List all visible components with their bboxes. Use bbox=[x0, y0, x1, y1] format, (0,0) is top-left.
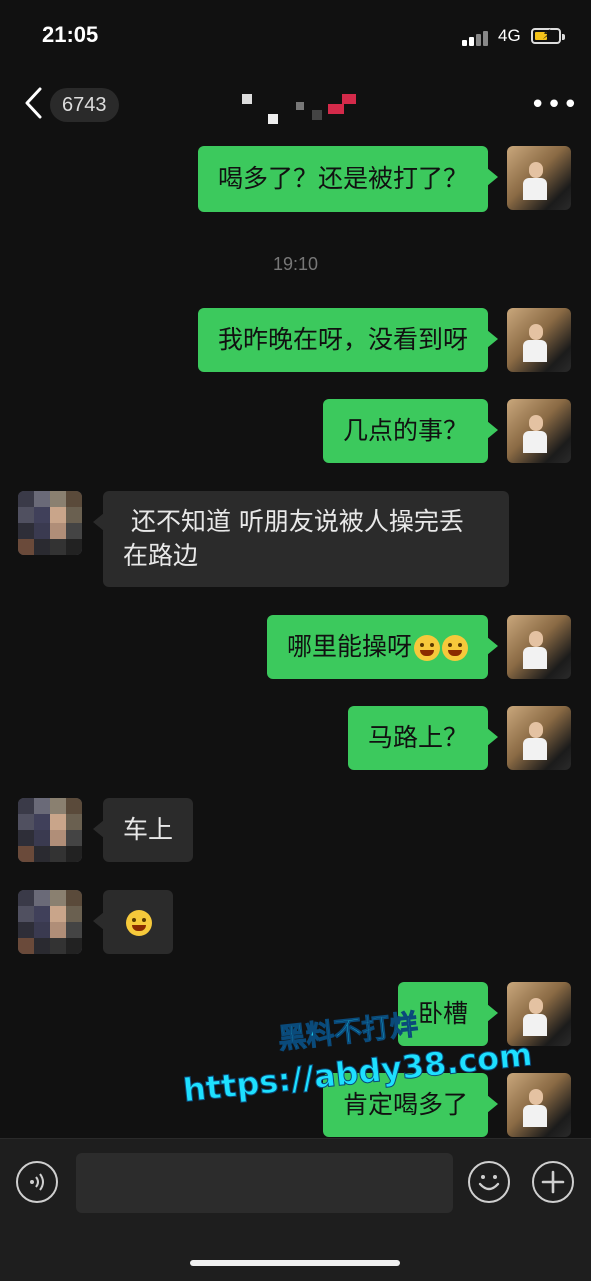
sent-bubble[interactable]: 我昨晚在呀，没看到呀 bbox=[197, 308, 499, 372]
received-bubble[interactable]: 车上 bbox=[92, 798, 194, 862]
avatar-me[interactable] bbox=[507, 308, 571, 372]
emoji-button[interactable] bbox=[468, 1161, 510, 1203]
clock: 21:05 bbox=[42, 22, 99, 47]
voice-button[interactable] bbox=[16, 1161, 58, 1203]
timestamp: 19:10 bbox=[272, 254, 319, 274]
network-label: 4G bbox=[498, 26, 521, 45]
laughing-crying-emoji-icon bbox=[414, 635, 440, 661]
chat-header: 6743 ••• bbox=[0, 80, 591, 130]
message-text: 几点的事？ bbox=[342, 416, 468, 445]
more-options-button[interactable]: ••• bbox=[530, 92, 578, 118]
laughing-crying-emoji-icon bbox=[442, 635, 468, 661]
sent-bubble[interactable]: 几点的事？ bbox=[322, 399, 499, 463]
message-row: 我昨晚在呀，没看到呀 bbox=[0, 308, 591, 372]
message-row: 肯定喝多了 bbox=[0, 1073, 591, 1137]
message-text: 卧槽 bbox=[417, 999, 468, 1028]
message-text: 喝多了？还是被打了？ bbox=[217, 164, 468, 193]
received-bubble[interactable]: 还不知道 听朋友说被人操完丢 在路边 bbox=[93, 491, 509, 587]
received-bubble[interactable] bbox=[93, 890, 173, 954]
plus-icon bbox=[541, 1170, 565, 1194]
message-text: 哪里能操呀 bbox=[286, 632, 412, 661]
avatar-me[interactable] bbox=[507, 982, 571, 1046]
avatar-me[interactable] bbox=[507, 706, 571, 770]
unread-count-badge[interactable]: 6743 bbox=[50, 88, 119, 122]
avatar-me[interactable] bbox=[507, 615, 571, 679]
message-text: 车上 bbox=[123, 815, 174, 844]
message-row: 马路上？ bbox=[0, 706, 591, 770]
message-text: 马路上？ bbox=[367, 723, 468, 752]
laughing-crying-emoji-icon bbox=[126, 910, 152, 936]
avatar-contact[interactable] bbox=[18, 491, 82, 555]
message-row bbox=[0, 890, 591, 954]
message-text: 我昨晚在呀，没看到呀 bbox=[217, 325, 468, 354]
message-text: 肯定喝多了 bbox=[342, 1090, 468, 1119]
message-row: 几点的事？ bbox=[0, 399, 591, 463]
sent-bubble[interactable]: 喝多了？还是被打了？ bbox=[197, 146, 499, 212]
message-row: 卧槽 bbox=[0, 982, 591, 1046]
avatar-me[interactable] bbox=[507, 399, 571, 463]
avatar-me[interactable] bbox=[507, 146, 571, 210]
avatar-contact[interactable] bbox=[18, 798, 82, 862]
avatar-contact[interactable] bbox=[18, 890, 82, 954]
signal-icon bbox=[462, 28, 494, 46]
message-row: 喝多了？还是被打了？ bbox=[0, 146, 591, 212]
sent-bubble[interactable]: 肯定喝多了 bbox=[322, 1073, 499, 1137]
message-row: 车上 bbox=[0, 798, 591, 862]
sent-bubble[interactable]: 卧槽 bbox=[397, 982, 499, 1046]
contact-name-blurred bbox=[240, 94, 360, 124]
home-indicator[interactable] bbox=[190, 1260, 400, 1266]
battery-icon: ⚡ bbox=[531, 27, 565, 44]
sent-bubble[interactable]: 哪里能操呀 bbox=[266, 615, 499, 679]
message-line: 在路边 bbox=[123, 541, 199, 570]
message-input[interactable] bbox=[76, 1153, 453, 1213]
chevron-left-icon bbox=[25, 87, 42, 119]
voice-icon bbox=[30, 1173, 44, 1191]
add-attachment-button[interactable] bbox=[532, 1161, 574, 1203]
message-list[interactable]: 喝多了？还是被打了？ 19:10 我昨晚在呀，没看到呀 几点的事？ 还不知道 听… bbox=[0, 140, 591, 1140]
message-row: 哪里能操呀 bbox=[0, 615, 591, 679]
message-row: 还不知道 听朋友说被人操完丢 在路边 bbox=[0, 491, 591, 587]
smiley-icon bbox=[478, 1175, 500, 1191]
status-bar: 21:05 4G ⚡ bbox=[0, 0, 591, 70]
sent-bubble[interactable]: 马路上？ bbox=[347, 706, 499, 770]
avatar-me[interactable] bbox=[507, 1073, 571, 1137]
message-line: 还不知道 听朋友说被人操完丢 bbox=[123, 507, 464, 536]
